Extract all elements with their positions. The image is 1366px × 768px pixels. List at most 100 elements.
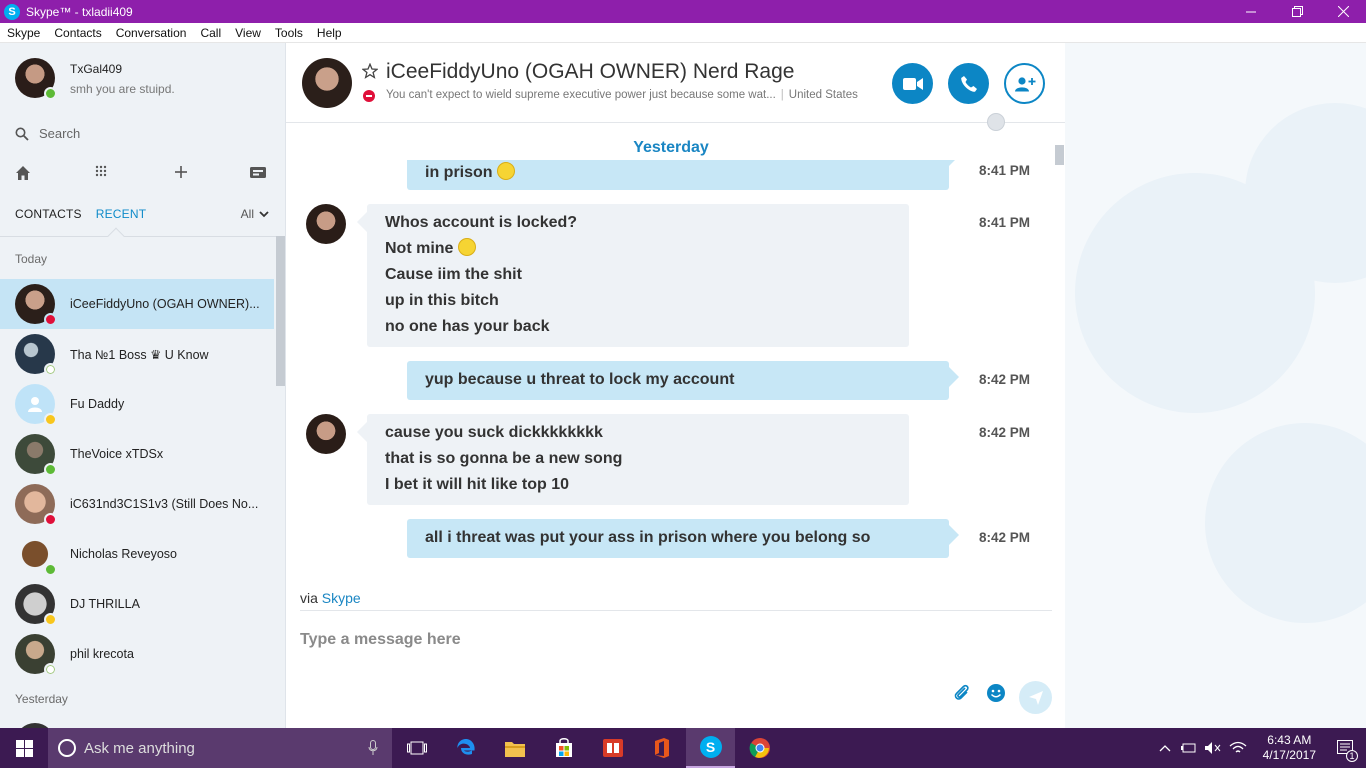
- contact-item[interactable]: Nicholas Reveyoso: [0, 529, 274, 579]
- file-explorer-app[interactable]: [490, 728, 539, 768]
- contact-item[interactable]: Tha №1 Boss ♛ U Know: [0, 329, 274, 379]
- start-button[interactable]: [0, 728, 48, 768]
- contact-item[interactable]: Fu Daddy: [0, 379, 274, 429]
- chrome-app[interactable]: [735, 728, 784, 768]
- close-button[interactable]: [1320, 0, 1366, 23]
- clock-date: 4/17/2017: [1262, 748, 1316, 762]
- message-bubble-outgoing[interactable]: in prison: [407, 160, 959, 190]
- video-call-button[interactable]: [892, 63, 933, 104]
- search-box[interactable]: Search: [15, 126, 80, 141]
- contact-card-icon[interactable]: [249, 165, 267, 181]
- skype-logo-icon: S: [4, 3, 20, 20]
- wifi-icon[interactable]: [1229, 741, 1247, 755]
- video-camera-icon: [902, 77, 923, 90]
- online-status-icon: [44, 463, 57, 476]
- menu-contacts[interactable]: Contacts: [47, 26, 108, 40]
- right-blank-pane: [1065, 43, 1366, 728]
- message-line: in prison: [425, 164, 493, 181]
- sender-avatar[interactable]: [306, 414, 346, 454]
- sidebar: TxGal409 smh you are stuipd. Search CONT…: [0, 43, 286, 728]
- minimize-button[interactable]: [1228, 0, 1274, 23]
- task-view-button[interactable]: [392, 728, 441, 768]
- message-line: yup because u threat to lock my account: [425, 371, 735, 388]
- windows-logo-icon: [15, 739, 33, 757]
- menu-view[interactable]: View: [228, 26, 268, 40]
- send-button[interactable]: [1019, 681, 1052, 714]
- smile-emoji-icon: [497, 162, 516, 180]
- contact-item[interactable]: iC631nd3C1S1v3 (Still Does No...: [0, 479, 274, 529]
- contacts-scrollbar[interactable]: [276, 236, 285, 386]
- action-center-button[interactable]: 1: [1330, 740, 1360, 762]
- dnd-status-icon: [44, 513, 57, 526]
- skype-logo-icon: S: [699, 736, 722, 758]
- day-separator: Yesterday: [633, 139, 709, 156]
- office-app[interactable]: [637, 728, 686, 768]
- avatar: [15, 634, 57, 676]
- message-line: I bet it will hit like top 10: [385, 476, 570, 493]
- contact-name: Fu Daddy: [70, 397, 125, 411]
- audio-call-button[interactable]: [948, 63, 989, 104]
- own-profile[interactable]: TxGal409 smh you are stuipd.: [15, 58, 175, 100]
- battery-icon[interactable]: [1180, 742, 1197, 754]
- tabs-divider: [0, 236, 285, 237]
- messages-scrollbar[interactable]: [1055, 145, 1064, 165]
- menu-tools[interactable]: Tools: [268, 26, 310, 40]
- contact-item[interactable]: DJ THRILLA: [0, 579, 274, 629]
- conversation-title: iCeeFiddyUno (OGAH OWNER) Nerd Rage: [386, 60, 795, 83]
- message-bubble-incoming[interactable]: cause you suck dickkkkkkkk that is so go…: [357, 414, 909, 505]
- away-status-icon: [44, 613, 57, 626]
- reader-app[interactable]: [588, 728, 637, 768]
- own-mood[interactable]: smh you are stuipd.: [70, 82, 175, 96]
- dialpad-icon[interactable]: [95, 165, 107, 179]
- menu-bar: Skype Contacts Conversation Call View To…: [0, 23, 1366, 43]
- own-avatar[interactable]: [15, 58, 57, 100]
- skype-app[interactable]: S: [686, 728, 735, 768]
- avatar: [15, 384, 57, 426]
- contact-item[interactable]: TheVoice xTDSx: [0, 429, 274, 479]
- section-yesterday: Yesterday: [15, 692, 68, 706]
- message-time: 8:42 PM: [979, 425, 1031, 440]
- compose-divider: [300, 610, 1052, 611]
- cortana-icon: [58, 739, 76, 757]
- message-bubble-outgoing[interactable]: all i threat was put your ass in prison …: [407, 519, 959, 558]
- dnd-status-icon: [44, 313, 57, 326]
- chevron-up-icon[interactable]: [1159, 744, 1171, 752]
- via-label: via Skype: [300, 590, 361, 606]
- menu-skype[interactable]: Skype: [0, 26, 47, 40]
- tab-recent[interactable]: RECENT: [96, 207, 147, 221]
- tab-contacts[interactable]: CONTACTS: [15, 207, 82, 221]
- message-bubble-incoming[interactable]: Whos account is locked? Not mine Cause i…: [357, 204, 909, 347]
- contact-tabs: CONTACTS RECENT All: [15, 207, 270, 221]
- book-icon: [602, 739, 623, 757]
- home-icon[interactable]: [15, 165, 31, 181]
- location-text: United States: [788, 89, 858, 101]
- add-people-button[interactable]: [1004, 63, 1045, 104]
- emoticon-icon[interactable]: [986, 683, 1006, 703]
- menu-call[interactable]: Call: [193, 26, 228, 40]
- restore-button[interactable]: [1274, 0, 1320, 23]
- cortana-search-box[interactable]: Ask me anything: [48, 728, 392, 768]
- star-icon[interactable]: [362, 63, 378, 79]
- contact-item[interactable]: iCeeFiddyUno (OGAH OWNER)...: [0, 279, 274, 329]
- paperclip-icon[interactable]: [953, 683, 971, 703]
- sender-avatar[interactable]: [306, 204, 346, 244]
- message-bubble-outgoing[interactable]: yup because u threat to lock my account: [407, 361, 959, 400]
- edge-app[interactable]: [441, 728, 490, 768]
- message-input[interactable]: Type a message here: [300, 631, 461, 649]
- avatar: [15, 434, 57, 476]
- smile-emoji-icon: [457, 238, 476, 256]
- conversation-avatar[interactable]: [302, 58, 352, 108]
- via-skype-link[interactable]: Skype: [322, 590, 361, 606]
- clock[interactable]: 6:43 AM 4/17/2017: [1263, 733, 1316, 763]
- away-status-icon: [44, 413, 57, 426]
- menu-conversation[interactable]: Conversation: [109, 26, 194, 40]
- volume-muted-icon[interactable]: [1204, 741, 1221, 755]
- menu-help[interactable]: Help: [310, 26, 349, 40]
- store-app[interactable]: [539, 728, 588, 768]
- microphone-icon[interactable]: [368, 740, 378, 756]
- search-icon: [15, 127, 29, 141]
- filter-dropdown[interactable]: All: [241, 207, 270, 221]
- contact-name: Nicholas Reveyoso: [70, 547, 177, 561]
- contact-item[interactable]: phil krecota: [0, 629, 274, 679]
- add-icon[interactable]: [174, 165, 188, 179]
